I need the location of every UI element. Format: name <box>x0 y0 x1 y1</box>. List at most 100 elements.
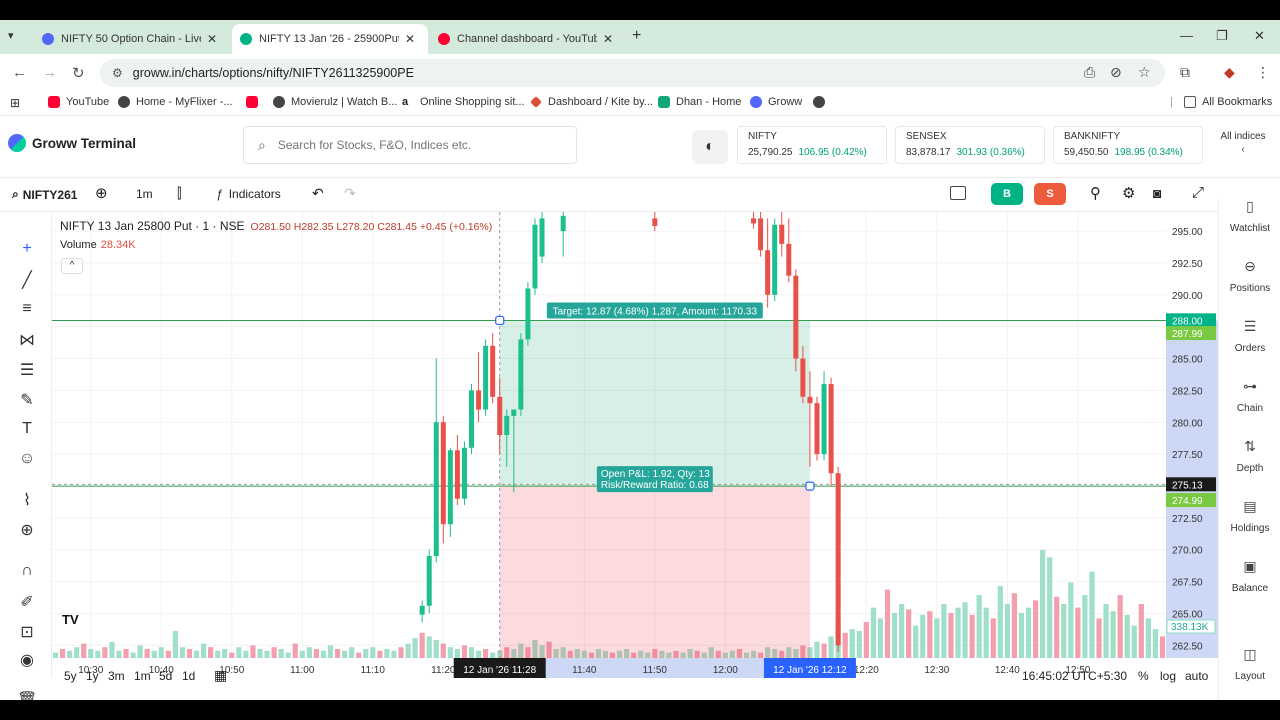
extension-icon[interactable]: ◆ <box>1224 64 1235 81</box>
magnet-icon[interactable]: ∩ <box>17 562 37 580</box>
site-info-icon[interactable]: ⚙ <box>112 66 123 80</box>
bookmark-youtube[interactable]: YouTube <box>48 96 109 108</box>
zoom-in-icon[interactable]: ⊕ <box>17 520 37 540</box>
volume-bar <box>391 650 397 658</box>
range-1d[interactable]: 1d <box>182 669 195 683</box>
magnifier-icon[interactable]: ⚲ <box>1090 184 1101 202</box>
all-bookmarks[interactable]: All Bookmarks <box>1184 96 1272 108</box>
close-tab-icon[interactable]: ✕ <box>603 32 613 46</box>
indicators-button[interactable]: ƒ Indicators <box>216 187 281 201</box>
back-arrow-icon[interactable]: ← <box>12 64 27 81</box>
minimize-icon[interactable]: — <box>1180 28 1193 43</box>
log-toggle[interactable]: log <box>1160 669 1176 683</box>
price-tick-label: 262.50 <box>1172 641 1203 652</box>
close-tab-icon[interactable]: ✕ <box>207 32 217 46</box>
symbol-search[interactable]: ⌕ NIFTY261 <box>12 187 77 202</box>
index-card-nifty[interactable]: NIFTY 25,790.25 106.95 (0.42%) <box>737 126 887 164</box>
install-app-icon[interactable]: ⎙ <box>1084 64 1095 81</box>
tradingview-logo-icon[interactable]: TV <box>62 612 88 632</box>
auto-toggle[interactable]: auto <box>1185 669 1208 683</box>
bookmark-youtube-2[interactable] <box>246 96 264 108</box>
chart-canvas[interactable]: Target: 12.87 (4.68%) 1,287, Amount: 117… <box>52 212 1218 678</box>
range-1y[interactable]: 1y <box>86 669 99 683</box>
horizontal-lines-icon[interactable]: ≡ <box>17 300 37 318</box>
bookmark-label: Dashboard / Kite by... <box>548 96 653 108</box>
new-tab-plus-icon[interactable]: + <box>632 27 641 45</box>
address-bar[interactable]: ⚙ groww.in/charts/options/nifty/NIFTY261… <box>100 59 1165 87</box>
close-window-icon[interactable]: ✕ <box>1254 28 1265 44</box>
bookmark-globe[interactable] <box>813 96 831 108</box>
layout-square-icon[interactable] <box>950 186 966 200</box>
bookmark-movierulz[interactable]: Movierulz | Watch B... <box>273 96 397 108</box>
sidebar-balance[interactable]: ▣ Balance <box>1219 558 1280 594</box>
undo-icon[interactable]: ↶ <box>312 185 324 202</box>
range-3m[interactable]: 3m <box>108 669 125 683</box>
compare-add-icon[interactable]: ⊕ <box>95 184 108 202</box>
sidebar-chain[interactable]: ⊶ Chain <box>1219 378 1280 414</box>
sidebar-orders[interactable]: ☰ Orders <box>1219 318 1280 354</box>
buy-button[interactable]: B <box>991 183 1023 205</box>
visibility-eye-icon[interactable]: ◉ <box>17 650 37 670</box>
extensions-puzzle-icon[interactable]: ⧉ <box>1180 64 1190 81</box>
close-tab-icon[interactable]: ✕ <box>405 32 415 46</box>
tab-search-chevron-icon[interactable]: ▾ <box>8 29 14 42</box>
sidebar-holdings[interactable]: ▤ Holdings <box>1219 498 1280 534</box>
pattern-icon[interactable]: ⋈ <box>17 330 37 350</box>
bookmark-label: Dhan - Home <box>676 96 742 108</box>
ruler-icon[interactable]: ⌇ <box>17 490 37 510</box>
fib-retracement-icon[interactable]: ☰ <box>17 360 37 380</box>
bookmark-dhan[interactable]: Dhan - Home <box>658 96 741 108</box>
bookmark-myflixer[interactable]: Home - MyFlixer -... <box>118 96 233 108</box>
range-1m[interactable]: 1m <box>134 669 151 683</box>
collapse-legend-chevron-up-icon[interactable]: ^ <box>61 258 83 274</box>
tab-option-chain[interactable]: NIFTY 50 Option Chain - Live N ✕ <box>34 24 226 54</box>
groww-logo[interactable]: Groww Terminal <box>8 134 136 152</box>
trend-line-icon[interactable]: ╱ <box>17 270 37 290</box>
apps-grid-icon[interactable]: ⊞ <box>10 96 20 110</box>
lock-icon[interactable]: ⊡ <box>17 622 37 642</box>
tab-nifty-chart[interactable]: NIFTY 13 Jan '26 - 25900Put Co ✕ <box>232 24 428 54</box>
bookmark-star-icon[interactable]: ☆ <box>1138 64 1151 81</box>
crosshair-icon[interactable]: + <box>17 240 37 258</box>
fullscreen-icon[interactable]: ⤢ <box>1192 184 1204 201</box>
browser-menu-icon[interactable]: ⋮ <box>1256 64 1270 81</box>
redo-icon[interactable]: ↷ <box>344 185 356 202</box>
reload-icon[interactable]: ↻ <box>72 64 85 82</box>
bookmark-kite[interactable]: Dashboard / Kite by... <box>530 96 653 108</box>
sidebar-positions[interactable]: ⊖ Positions <box>1219 258 1280 294</box>
sidebar-watchlist[interactable]: ▯ Watchlist <box>1219 198 1280 234</box>
index-name: SENSEX <box>906 131 947 142</box>
search-box[interactable]: ⌕ <box>243 126 577 164</box>
eye-off-icon[interactable]: ⊘ <box>1110 64 1122 81</box>
calendar-icon[interactable]: ▦ <box>214 667 227 684</box>
forward-arrow-icon[interactable]: → <box>42 64 57 81</box>
price-chart[interactable]: Target: 12.87 (4.68%) 1,287, Amount: 117… <box>52 212 1218 678</box>
emoji-icon[interactable]: ☺ <box>17 450 37 468</box>
index-card-sensex[interactable]: SENSEX 83,878.17 301.93 (0.36%) <box>895 126 1045 164</box>
tab-youtube-dashboard[interactable]: Channel dashboard - YouTube S ✕ <box>430 24 626 54</box>
sidebar-depth[interactable]: ⇅ Depth <box>1219 438 1280 474</box>
theme-toggle-moon-icon[interactable]: ◐ <box>692 130 728 164</box>
tab-title: NIFTY 13 Jan '26 - 25900Put Co <box>259 33 399 45</box>
camera-icon[interactable]: ◙ <box>1153 185 1161 201</box>
lock-drawing-icon[interactable]: ✐ <box>17 592 37 612</box>
range-5d[interactable]: 5d <box>159 669 172 683</box>
index-card-banknifty[interactable]: BANKNIFTY 59,450.50 198.95 (0.34%) <box>1053 126 1203 164</box>
volume-bar <box>74 647 80 658</box>
candle-type-icon[interactable]: ⫿ <box>177 185 181 202</box>
volume-bar <box>236 647 242 658</box>
range-5y[interactable]: 5y <box>64 669 77 683</box>
search-input[interactable] <box>277 138 558 152</box>
restore-icon[interactable]: ❐ <box>1216 28 1228 44</box>
trash-icon[interactable]: 🗑 <box>17 690 37 700</box>
sidebar-layout[interactable]: ◫ Layout <box>1219 646 1280 682</box>
bookmark-amazon[interactable]: a Online Shopping sit... <box>402 96 525 108</box>
brush-icon[interactable]: ✎ <box>17 390 37 410</box>
interval-selector[interactable]: 1m <box>136 187 153 201</box>
percent-toggle[interactable]: % <box>1138 669 1149 683</box>
sell-button[interactable]: S <box>1034 183 1066 205</box>
bookmark-groww[interactable]: Groww <box>750 96 802 108</box>
text-tool-icon[interactable]: T <box>17 420 37 438</box>
settings-gear-icon[interactable]: ⚙ <box>1122 184 1135 202</box>
all-indices-button[interactable]: All indices ‹ <box>1212 126 1274 164</box>
